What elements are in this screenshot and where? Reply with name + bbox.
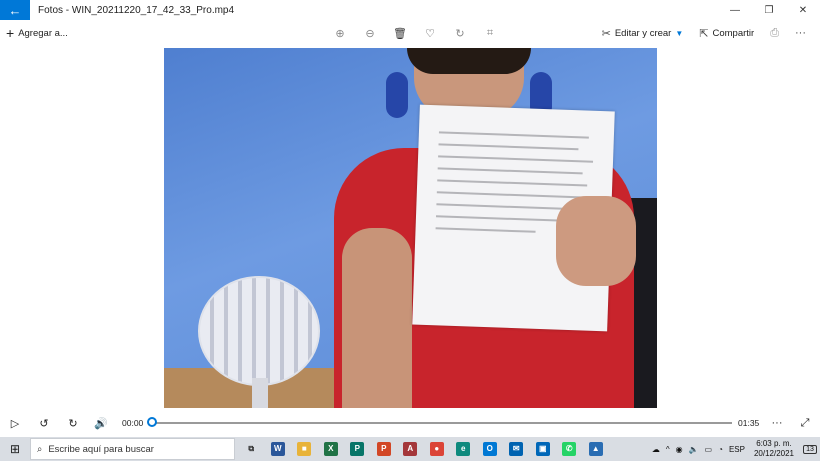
access-icon[interactable]: A: [397, 437, 424, 461]
print-button[interactable]: ⎙: [764, 27, 785, 40]
chevron-down-icon: ▼: [675, 28, 684, 38]
search-placeholder: Escribe aquí para buscar: [48, 443, 154, 455]
edge-icon[interactable]: e: [450, 437, 477, 461]
add-to-button[interactable]: + Agregar a...: [6, 22, 68, 44]
clock-time: 6:03 p. m.: [756, 439, 792, 448]
scissors-icon: ✂: [601, 27, 611, 40]
crop-icon[interactable]: ⌗: [475, 22, 505, 44]
video-person-hand: [556, 196, 636, 286]
store-icon[interactable]: ▣: [530, 437, 557, 461]
print-icon: ⎙: [770, 26, 779, 39]
zoom-in-icon[interactable]: ⊕: [325, 22, 355, 44]
clock[interactable]: 6:03 p. m. 20/12/2021: [748, 439, 800, 459]
notification-icon[interactable]: 13: [800, 437, 820, 461]
window-title: Fotos - WIN_20211220_17_42_33_Pro.mp4: [38, 4, 235, 16]
taskbar-search[interactable]: ⌕ Escribe aquí para buscar: [30, 438, 235, 460]
video-person-arm: [342, 228, 412, 408]
video-headphone-left: [386, 72, 408, 118]
video-microphone-stand: [252, 378, 268, 408]
system-tray: ☁ ^ ◉ 🔈 ▭ ◔ ESP 6:03 p. m. 20/12/2021 13: [649, 437, 820, 461]
seek-thumb[interactable]: [147, 417, 157, 427]
mail-icon[interactable]: ✉: [503, 437, 530, 461]
heart-icon[interactable]: ♡: [415, 22, 445, 44]
outlook-icon[interactable]: O: [477, 437, 504, 461]
video-microphone: [198, 276, 320, 386]
taskbar: ⊞ ⌕ Escribe aquí para buscar ⧉ W ■ X P P A ● e O ✉…: [0, 437, 820, 461]
more-icon[interactable]: ···: [766, 412, 788, 434]
battery-icon[interactable]: ▭: [702, 445, 716, 454]
more-button[interactable]: ···: [789, 27, 812, 39]
delete-icon[interactable]: 🗑: [385, 22, 415, 44]
chrome-icon[interactable]: ●: [424, 437, 451, 461]
video-person-hair: [407, 48, 531, 74]
forward-30-icon[interactable]: ↻: [62, 412, 84, 434]
minimize-icon[interactable]: —: [718, 0, 752, 20]
chevron-up-icon[interactable]: ^: [663, 445, 673, 454]
share-label: Compartir: [712, 27, 755, 39]
close-icon[interactable]: ✕: [786, 0, 820, 20]
current-time: 00:00: [122, 418, 144, 428]
center-tools: ⊕ ⊖ 🗑 ♡ ↻ ⌗: [325, 22, 505, 44]
whatsapp-icon[interactable]: ✆: [556, 437, 583, 461]
language-indicator[interactable]: ESP: [726, 445, 748, 454]
windows-start-icon[interactable]: ⊞: [0, 437, 30, 461]
add-to-label: Agregar a...: [18, 27, 68, 39]
fullscreen-icon[interactable]: ⤢: [794, 412, 816, 434]
publisher-icon[interactable]: P: [344, 437, 371, 461]
video-frame[interactable]: [164, 48, 657, 408]
taskbar-apps: ⧉ W ■ X P P A ● e O ✉ ▣ ✆ ▲: [238, 437, 609, 461]
share-icon: ⇱: [699, 27, 709, 40]
word-icon[interactable]: W: [265, 437, 292, 461]
volume-icon[interactable]: 🔊: [90, 412, 112, 434]
rewind-10-icon[interactable]: ↺: [33, 412, 55, 434]
maximize-icon[interactable]: ❐: [752, 0, 786, 20]
play-icon[interactable]: ▷: [4, 412, 26, 434]
more-icon: ···: [795, 27, 806, 39]
toolbar: + Agregar a... ⊕ ⊖ 🗑 ♡ ↻ ⌗ ✂ Editar y cr…: [0, 22, 820, 44]
right-tools: ✂ Editar y crear ▼ ⇱ Compartir ⎙ ···: [596, 22, 812, 44]
duration: 01:35: [738, 418, 760, 428]
window-controls: — ❐ ✕: [718, 0, 820, 20]
notification-count: 13: [803, 444, 817, 454]
seek-bar[interactable]: [152, 422, 732, 424]
weather-icon[interactable]: ☁: [649, 445, 663, 454]
edit-create-label: Editar y crear: [614, 27, 672, 39]
file-explorer-icon[interactable]: ■: [291, 437, 318, 461]
playback-controls: ▷ ↺ ↻ 🔊 00:00 01:35 ··· ⤢: [0, 412, 820, 434]
speaker-icon[interactable]: 🔈: [686, 445, 702, 454]
back-arrow-icon[interactable]: ←: [0, 0, 30, 20]
excel-icon[interactable]: X: [318, 437, 345, 461]
clock-date: 20/12/2021: [753, 449, 794, 458]
task-view-icon[interactable]: ⧉: [238, 437, 265, 461]
search-icon: ⌕: [37, 443, 43, 455]
photos-icon[interactable]: ▲: [583, 437, 610, 461]
title-bar: ← Fotos - WIN_20211220_17_42_33_Pro.mp4 …: [0, 0, 820, 20]
edit-create-button[interactable]: ✂ Editar y crear ▼: [596, 27, 690, 40]
rotate-icon[interactable]: ↻: [445, 22, 475, 44]
powerpoint-icon[interactable]: P: [371, 437, 398, 461]
wifi-icon[interactable]: ◔: [715, 445, 726, 454]
network-icon[interactable]: ◉: [673, 445, 686, 454]
zoom-out-icon[interactable]: ⊖: [355, 22, 385, 44]
plus-icon: +: [6, 25, 15, 41]
share-button[interactable]: ⇱ Compartir: [693, 27, 760, 40]
